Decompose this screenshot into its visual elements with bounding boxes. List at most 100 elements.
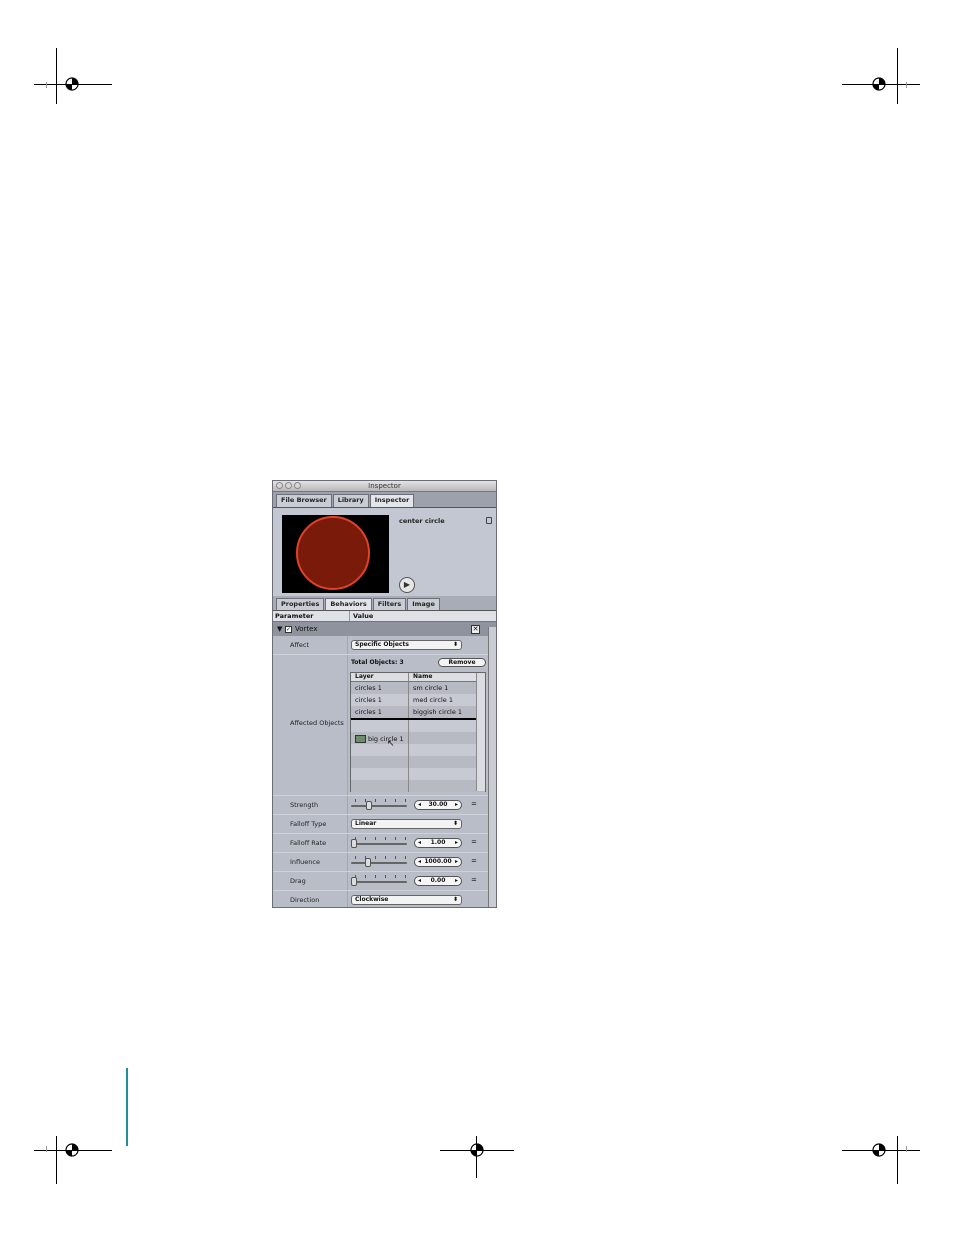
- total-objects: Total Objects: 3: [351, 659, 404, 666]
- remove-behavior-button[interactable]: ✕: [471, 625, 480, 634]
- strength-slider[interactable]: [351, 799, 407, 811]
- slider-knob[interactable]: [366, 801, 372, 810]
- title-bar[interactable]: Inspector: [273, 481, 496, 492]
- column-divider: [347, 853, 348, 871]
- circle-thumbnail: [296, 516, 370, 590]
- parameter-rows: Affect Specific Objects ⬍ Affected Object…: [273, 636, 496, 907]
- slider-tick: [355, 875, 356, 878]
- slider-knob[interactable]: [365, 858, 371, 867]
- direction-value: Clockwise: [355, 896, 389, 903]
- slider-tick: [395, 856, 396, 859]
- drag-slider[interactable]: [351, 875, 407, 887]
- layer-cell: circles 1: [351, 682, 409, 694]
- increment-arrow-icon[interactable]: ▸: [455, 839, 458, 847]
- list-item[interactable]: circles 1 biggish circle 1: [351, 706, 485, 718]
- window-controls: [276, 482, 301, 489]
- play-icon: ▶: [403, 580, 411, 589]
- direction-popup[interactable]: Clockwise ⬍: [351, 895, 462, 905]
- tab-behaviors[interactable]: Behaviors: [325, 598, 372, 610]
- influence-slider[interactable]: [351, 856, 407, 868]
- slider-tick: [355, 856, 356, 859]
- inspector-scrollbar[interactable]: [488, 627, 496, 907]
- enable-checkbox[interactable]: ✓: [285, 625, 292, 633]
- zoom-window-button[interactable]: [294, 482, 301, 489]
- decrement-arrow-icon[interactable]: ◂: [418, 801, 421, 809]
- drag-value-field[interactable]: ◂ 0.00 ▸: [414, 876, 462, 886]
- increment-arrow-icon[interactable]: ▸: [455, 858, 458, 866]
- close-window-button[interactable]: [276, 482, 283, 489]
- empty-row: [351, 756, 485, 768]
- crop-tick: [906, 1146, 907, 1152]
- popup-arrows-icon: ⬍: [452, 896, 458, 903]
- increment-arrow-icon[interactable]: ▸: [455, 801, 458, 809]
- play-button[interactable]: ▶: [399, 577, 415, 593]
- affected-objects-list[interactable]: Layer Name circles 1 sm circle 1 circles…: [350, 672, 486, 792]
- keyframe-menu-icon[interactable]: =: [471, 857, 477, 865]
- affect-popup[interactable]: Specific Objects ⬍: [351, 640, 462, 650]
- empty-row: [351, 720, 485, 732]
- falloff-type-value: Linear: [355, 820, 377, 827]
- column-header: Parameter Value: [273, 611, 496, 622]
- empty-cell: [409, 768, 413, 780]
- empty-cell: [351, 756, 409, 768]
- name-column-header[interactable]: Name: [409, 673, 432, 681]
- slider-tick: [375, 799, 376, 802]
- empty-cell: [409, 744, 413, 756]
- list-item[interactable]: circles 1 med circle 1: [351, 694, 485, 706]
- empty-row: [351, 744, 485, 756]
- strength-value-field[interactable]: ◂ 30.00 ▸: [414, 800, 462, 810]
- tab-properties[interactable]: Properties: [276, 598, 325, 610]
- falloff-rate-value-field[interactable]: ◂ 1.00 ▸: [414, 838, 462, 848]
- decrement-arrow-icon[interactable]: ◂: [418, 877, 421, 885]
- slider-knob[interactable]: [351, 877, 357, 886]
- disclosure-triangle-icon[interactable]: ▼: [277, 625, 285, 633]
- empty-cell: [351, 744, 409, 756]
- layer-column-header[interactable]: Layer: [351, 673, 409, 681]
- dragged-object[interactable]: big circle 1: [355, 735, 404, 743]
- preview-canvas: [282, 515, 389, 593]
- slider-tick: [385, 837, 386, 840]
- increment-arrow-icon[interactable]: ▸: [455, 877, 458, 885]
- param-row-falloff-rate: Falloff Rate ◂ 1.00 ▸ =: [273, 834, 496, 853]
- tab-image[interactable]: Image: [407, 598, 440, 610]
- slider-tick: [355, 799, 356, 802]
- keyframe-menu-icon[interactable]: =: [471, 800, 477, 808]
- slider-tick: [375, 875, 376, 878]
- column-divider: [347, 636, 348, 654]
- lock-icon[interactable]: [486, 517, 492, 524]
- influence-value-field[interactable]: ◂ 1000.00 ▸: [414, 857, 462, 867]
- param-label: Influence: [290, 858, 320, 866]
- tab-filters[interactable]: Filters: [372, 598, 407, 610]
- minimize-window-button[interactable]: [285, 482, 292, 489]
- param-label: Falloff Type: [290, 820, 327, 828]
- slider-track: [351, 805, 407, 807]
- param-label: Direction: [290, 896, 320, 904]
- decrement-arrow-icon[interactable]: ◂: [418, 839, 421, 847]
- tab-inspector[interactable]: Inspector: [369, 494, 415, 507]
- remove-button[interactable]: Remove: [438, 658, 486, 667]
- column-divider: [347, 796, 348, 814]
- crop-mark: [897, 1136, 898, 1184]
- slider-knob[interactable]: [351, 839, 357, 848]
- behavior-group-row[interactable]: ▼ ✓ Vortex ✕: [273, 622, 496, 636]
- decrement-arrow-icon[interactable]: ◂: [418, 858, 421, 866]
- falloff-type-popup[interactable]: Linear ⬍: [351, 819, 462, 829]
- keyframe-menu-icon[interactable]: =: [471, 876, 477, 884]
- falloff-rate-slider[interactable]: [351, 837, 407, 849]
- inspector-subtabs: Properties Behaviors Filters Image: [273, 596, 496, 611]
- empty-cell: [409, 720, 413, 732]
- param-row-influence: Influence ◂ 1000.00 ▸ =: [273, 853, 496, 872]
- object-name: center circle: [399, 517, 445, 525]
- param-label: Affected Objects: [290, 719, 344, 727]
- keyframe-menu-icon[interactable]: =: [471, 838, 477, 846]
- list-scrollbar[interactable]: [476, 673, 485, 791]
- slider-tick: [385, 875, 386, 878]
- column-divider: [347, 655, 348, 795]
- behavior-name: Vortex: [295, 625, 318, 633]
- slider-track: [351, 862, 407, 864]
- tab-library[interactable]: Library: [332, 494, 369, 507]
- tab-file-browser[interactable]: File Browser: [276, 494, 332, 507]
- strength-value: 30.00: [428, 801, 448, 808]
- slider-tick: [385, 856, 386, 859]
- list-item[interactable]: circles 1 sm circle 1: [351, 682, 485, 694]
